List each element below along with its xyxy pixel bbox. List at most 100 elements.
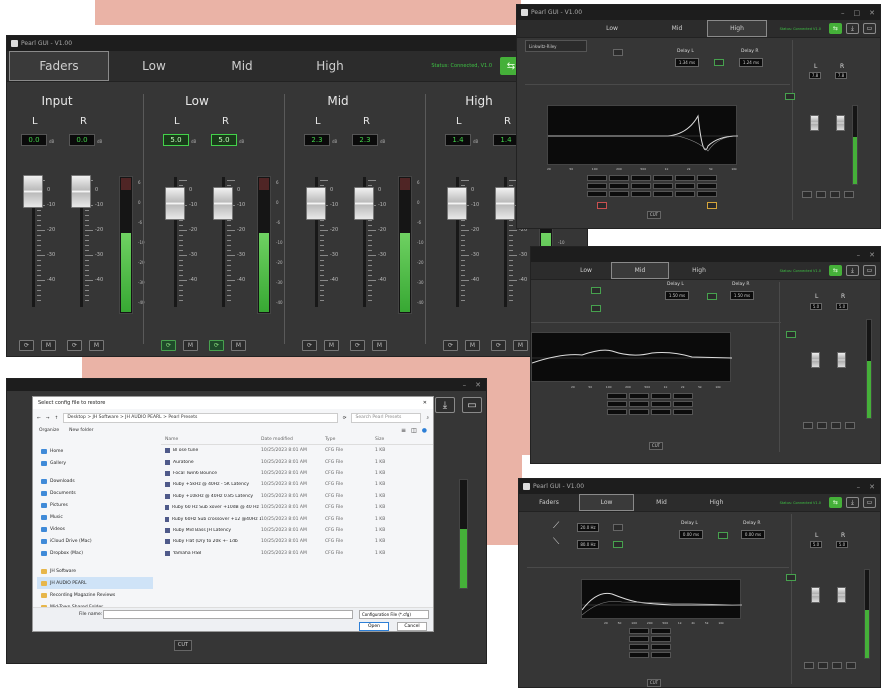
delay-link-button[interactable]	[707, 293, 717, 300]
file-row[interactable]: Ruby +10kHz @ 40Hz 0.85 Latency 10/25/202…	[161, 491, 433, 502]
band-param-field[interactable]	[629, 409, 649, 415]
solo-button[interactable]	[832, 662, 842, 669]
chan-l-value[interactable]: 7.8	[809, 72, 821, 79]
col-type[interactable]: Type	[325, 437, 375, 442]
download-button[interactable]: ⤓	[435, 397, 455, 413]
mute-button[interactable]: M	[513, 340, 528, 351]
band-param-field[interactable]	[673, 393, 693, 399]
fader-l[interactable]	[811, 352, 820, 368]
gain-value-field[interactable]: 2.3	[352, 134, 378, 146]
mute-button[interactable]	[818, 662, 828, 669]
band-param-field[interactable]	[629, 401, 649, 407]
band-param-field[interactable]	[697, 175, 717, 181]
mute-button[interactable]: M	[324, 340, 339, 351]
band-param-field[interactable]	[609, 183, 629, 189]
band-param-field[interactable]	[651, 628, 671, 634]
fader-knob[interactable]	[306, 187, 326, 220]
fader-r[interactable]	[837, 352, 846, 368]
file-row[interactable]: Focal Twin6 Bounce 10/25/2023 8:01 AM CFG …	[161, 468, 433, 479]
fader-knob[interactable]	[23, 175, 43, 208]
solo-button[interactable]: ⟳	[491, 340, 506, 351]
tab-low[interactable]: Low	[579, 494, 634, 511]
band-param-field[interactable]	[651, 636, 671, 642]
nav-item[interactable]: Home	[37, 445, 153, 457]
band-param-field[interactable]	[629, 652, 649, 658]
band-param-field[interactable]	[631, 191, 651, 197]
tab-low[interactable]: Low	[577, 20, 647, 37]
chan-r-value[interactable]: 5.0	[836, 541, 848, 548]
band-param-field[interactable]	[697, 183, 717, 189]
organize-button[interactable]: Organize	[39, 428, 59, 433]
minimize-icon[interactable]: –	[463, 381, 467, 389]
band-param-field[interactable]	[609, 175, 629, 181]
small-button[interactable]	[786, 331, 796, 338]
file-row[interactable]: Ruby +5kHz @ 40Hz - 5K Latency 10/25/2023…	[161, 479, 433, 490]
band-param-field[interactable]	[675, 183, 695, 189]
band-param-field[interactable]	[629, 636, 649, 642]
nav-item[interactable]: Downloads	[37, 475, 153, 487]
solo-button[interactable]	[831, 422, 841, 429]
file-row[interactable]: Bl ose tune 10/25/2023 8:01 AM CFG File 1 K…	[161, 445, 433, 456]
band-button[interactable]	[707, 202, 717, 209]
mute-button[interactable]	[846, 662, 856, 669]
file-row[interactable]: Ruby 60Hz Sub crossover +12 @40Hz 1.80 M…	[161, 513, 433, 524]
delay-r-field[interactable]: 1.24 ms	[739, 58, 763, 67]
band-param-field[interactable]	[653, 183, 673, 189]
minimize-icon[interactable]: –	[857, 251, 861, 259]
chan-l-value[interactable]: 5.0	[810, 303, 822, 310]
refresh-icon[interactable]: ⟳	[343, 416, 347, 421]
mute-button[interactable]: M	[183, 340, 198, 351]
solo-button[interactable]: ⟳	[161, 340, 176, 351]
tab-low[interactable]: Low	[109, 51, 199, 81]
solo-button[interactable]	[802, 191, 812, 198]
mute-button[interactable]: M	[41, 340, 56, 351]
new-folder-button[interactable]: New folder	[69, 428, 93, 433]
small-button[interactable]	[785, 93, 795, 100]
mute-button[interactable]	[845, 422, 855, 429]
close-icon[interactable]: ✕	[869, 251, 875, 259]
search-icon[interactable]: ⌕	[426, 415, 429, 421]
delay-link-button[interactable]	[718, 532, 728, 539]
open-button[interactable]: Open	[359, 622, 389, 631]
close-icon[interactable]: ✕	[423, 400, 427, 406]
toggle-button[interactable]	[613, 49, 623, 56]
tab-high[interactable]: High	[669, 262, 729, 279]
fader-l[interactable]	[810, 115, 819, 131]
cut-button[interactable]: CUT	[649, 442, 663, 450]
band-param-field[interactable]	[607, 409, 627, 415]
band-param-field[interactable]	[651, 409, 671, 415]
mute-button[interactable]: M	[89, 340, 104, 351]
folder-button[interactable]: ▭	[863, 265, 876, 276]
band-param-field[interactable]	[651, 652, 671, 658]
solo-button[interactable]	[804, 662, 814, 669]
help-icon[interactable]: ●	[422, 427, 427, 434]
fader-knob[interactable]	[213, 187, 233, 220]
gain-value-field[interactable]: 0.0	[21, 134, 47, 146]
band-param-field[interactable]	[673, 409, 693, 415]
solo-button[interactable]: ⟳	[443, 340, 458, 351]
fader-r[interactable]	[836, 115, 845, 131]
gain-value-field[interactable]: 0.0	[69, 134, 95, 146]
minimize-icon[interactable]: –	[857, 483, 861, 491]
band-param-field[interactable]	[609, 191, 629, 197]
solo-button[interactable]: ⟳	[302, 340, 317, 351]
tab-faders[interactable]: Faders	[519, 494, 579, 511]
band-param-field[interactable]	[675, 191, 695, 197]
mute-button[interactable]: M	[465, 340, 480, 351]
solo-button[interactable]: ⟳	[19, 340, 34, 351]
chan-l-value[interactable]: 5.0	[810, 541, 822, 548]
download-button[interactable]: ⤓	[846, 497, 859, 508]
col-date[interactable]: Date modified	[261, 437, 325, 442]
link-button[interactable]: ⇆	[829, 23, 842, 34]
solo-button[interactable]: ⟳	[350, 340, 365, 351]
mute-button[interactable]: M	[231, 340, 246, 351]
forward-icon[interactable]: →	[46, 416, 50, 421]
preview-icon[interactable]: ◫	[411, 427, 417, 434]
fader-knob[interactable]	[165, 187, 185, 220]
band-param-field[interactable]	[629, 393, 649, 399]
view-icon[interactable]: ≡	[401, 427, 406, 434]
mute-button[interactable]	[816, 191, 826, 198]
file-row[interactable]: Ruby Mid Bass JH Latency 10/25/2023 8:01 …	[161, 525, 433, 536]
band-param-field[interactable]	[607, 401, 627, 407]
link-button[interactable]: ⇆	[829, 265, 842, 276]
